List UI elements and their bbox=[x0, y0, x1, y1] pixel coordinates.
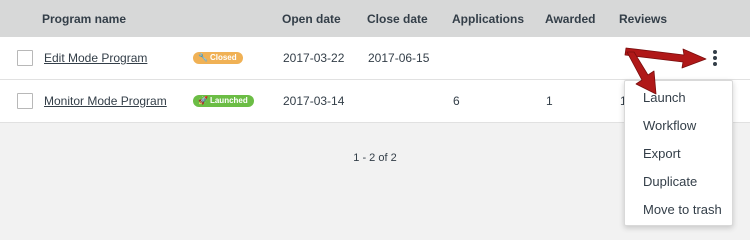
red-arrow-annotation bbox=[624, 47, 707, 95]
